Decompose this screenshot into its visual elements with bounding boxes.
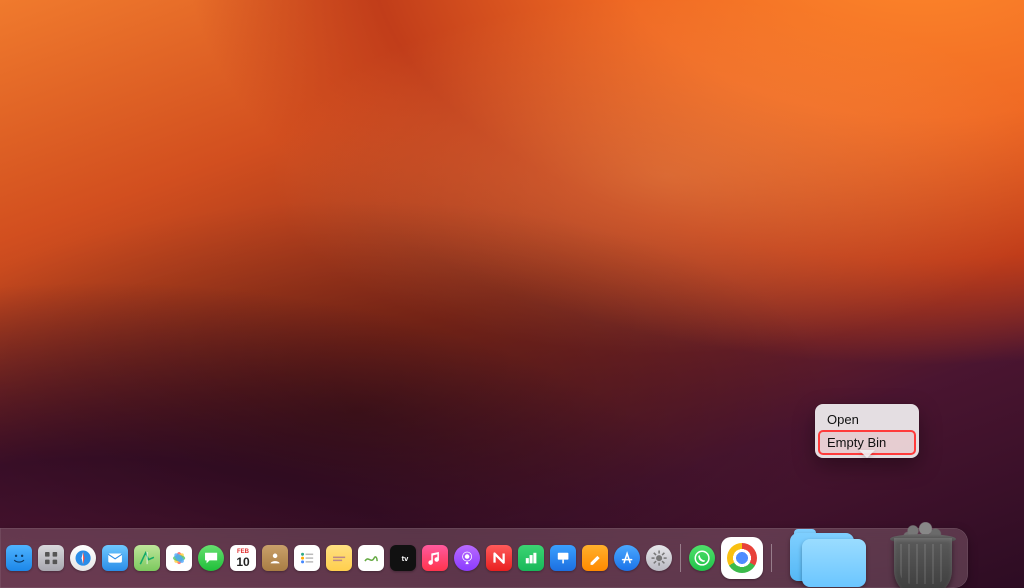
svg-text:tv: tv [401,554,409,563]
trash-context-menu: Open Empty Bin [815,404,919,458]
flower-icon [170,549,188,567]
contacts-icon[interactable] [262,545,288,571]
note-music-icon [426,549,444,567]
note-icon [330,549,348,567]
messages-icon[interactable] [198,545,224,571]
addressbook-icon [266,549,284,567]
speech-bubble-icon [202,549,220,567]
settings-icon[interactable] [646,545,672,571]
trash-icon[interactable] [888,522,958,588]
notes-icon[interactable] [326,545,352,571]
pages-icon[interactable] [582,545,608,571]
podium-icon [554,549,572,567]
mail-icon[interactable] [102,545,128,571]
bars-icon [522,549,540,567]
desktop-wallpaper [0,0,1024,588]
map-icon [138,549,156,567]
appstore-icon[interactable] [614,545,640,571]
appstore-a-icon [618,549,636,567]
compass-icon [74,549,92,567]
phone-bubble-icon [693,549,711,567]
podcasts-icon[interactable] [454,545,480,571]
chrome-ring-icon [727,543,757,573]
news-icon[interactable] [486,545,512,571]
scribble-icon [362,549,380,567]
pen-icon [586,549,604,567]
dock: FEB 10 tv [0,528,968,588]
keynote-icon[interactable] [550,545,576,571]
grid-icon [42,549,60,567]
chrome-icon[interactable] [721,537,763,579]
tv-icon[interactable]: tv [390,545,416,571]
dock-separator-2 [771,544,772,572]
music-icon[interactable] [422,545,448,571]
numbers-icon[interactable] [518,545,544,571]
news-n-icon [490,549,508,567]
downloads-folder-icon[interactable] [790,529,868,587]
reminders-icon[interactable] [294,545,320,571]
finder-icon[interactable] [6,545,32,571]
dock-separator [680,544,681,572]
menu-item-empty-bin[interactable]: Empty Bin [819,431,915,454]
appletv-icon: tv [394,549,412,567]
envelope-icon [106,549,124,567]
launchpad-icon[interactable] [38,545,64,571]
safari-icon[interactable] [70,545,96,571]
maps-icon[interactable] [134,545,160,571]
gear-icon [650,549,668,567]
freeform-icon[interactable] [358,545,384,571]
finder-face-icon [10,549,28,567]
menu-item-open[interactable]: Open [819,408,915,431]
list-icon [298,549,316,567]
whatsapp-icon[interactable] [689,545,715,571]
podcast-icon [458,549,476,567]
calendar-icon[interactable]: FEB 10 [230,545,256,571]
photos-icon[interactable] [166,545,192,571]
calendar-day-label: 10 [236,556,249,568]
